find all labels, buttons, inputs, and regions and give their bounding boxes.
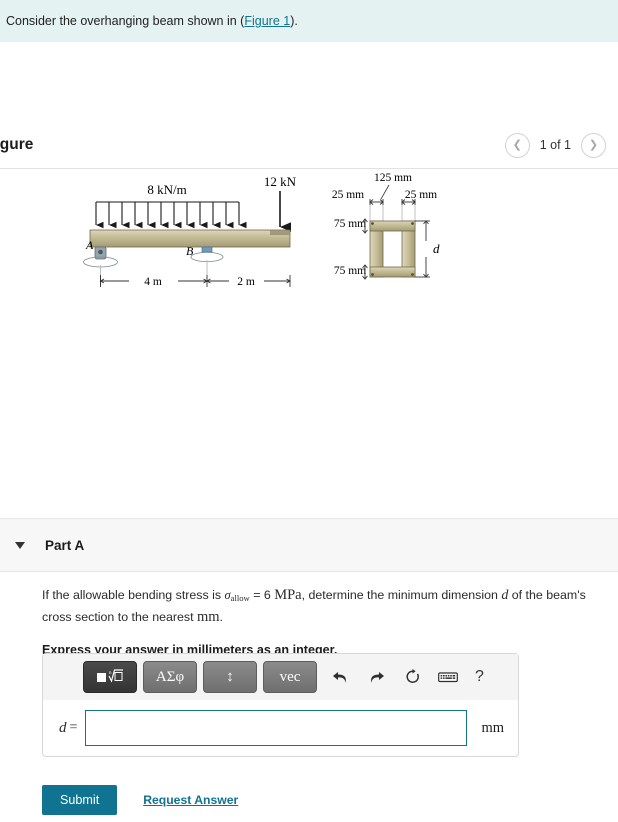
vector-button[interactable]: vec [263,661,317,693]
caret-down-icon[interactable] [15,541,25,549]
fastener-tr [411,222,414,226]
pager-label: 1 of 1 [539,138,571,153]
fastener-br [411,273,414,277]
span-overhang-label: 2 m [237,276,255,288]
answer-input[interactable] [85,710,468,746]
answer-row: d = mm [43,700,518,756]
beam-dimension-line [99,275,291,288]
part-a-title: Part A [45,537,85,553]
answer-panel: n ΑΣφ ↕ vec ? d = mm [42,653,519,757]
depth-dim-line [415,220,430,278]
flange-top [369,220,416,232]
span-ab-label: 4 m [144,276,162,288]
support-b-label: B [186,244,194,258]
depth-label: d [433,241,440,256]
question-text: If the allowable bending stress is σallo… [42,585,588,629]
point-load-label: 12 kN [264,174,297,189]
figure-header: Figure ❮ 1 of 1 ❯ [0,122,618,170]
request-answer-link[interactable]: Request Answer [143,793,238,807]
math-template-button[interactable]: n [83,661,137,693]
math-toolbar: n ΑΣφ ↕ vec ? [43,654,518,700]
intro-banner: Consider the overhanging beam shown in (… [0,0,618,43]
figure-1-link[interactable]: Figure 1 [244,14,290,28]
reset-circle-icon[interactable] [399,663,425,691]
bottom-thickness-label: 75 mm [334,265,366,277]
question-seg-1: If the allowable bending stress is [42,588,225,602]
unit-mpa: MPa [274,587,302,603]
top-thickness-label: 75 mm [334,218,366,230]
figure-title: Figure [0,136,34,154]
distributed-load-arrows [95,201,247,229]
help-button[interactable]: ? [475,668,484,686]
redo-arrow-icon[interactable] [363,663,389,691]
distributed-load-label: 8 kN/m [147,182,186,197]
intro-text-before: Consider the overhanging beam shown in ( [6,14,245,28]
keyboard-icon[interactable] [435,663,461,691]
fastener-bl [371,273,374,277]
answer-footer: Submit Request Answer [42,785,238,815]
submit-button[interactable]: Submit [42,785,118,815]
total-width-label: 125 mm [374,172,412,184]
updown-button[interactable]: ↕ [203,661,257,693]
sigma-subscript: allow [230,593,250,604]
part-a-header[interactable]: Part A [0,518,618,572]
beam-figure-svg: 8 kN/m 12 kN A B 4 m 2 m 125 mm 25 mm 25… [83,172,440,288]
answer-equals-sign: = [69,720,78,735]
greek-symbols-button[interactable]: ΑΣφ [143,661,197,693]
chevron-left-icon[interactable]: ❮ [504,132,530,158]
figure-area: 8 kN/m 12 kN A B 4 m 2 m 125 mm 25 mm 25… [0,169,618,499]
fastener-tl [371,222,374,226]
answer-variable-label: d [59,719,67,736]
flange-right-label: 25 mm [405,189,437,201]
answer-unit-label: mm [481,719,504,736]
cross-section-top-dims [369,199,416,222]
question-seg-5: . [219,609,223,624]
width-leader-line [380,185,390,200]
question-seg-3: , determine the minimum dimension [301,588,502,602]
unit-mm-inline: mm [196,608,220,625]
flange-bottom [369,266,416,278]
question-body: If the allowable bending stress is σallo… [42,585,588,657]
undo-arrow-icon[interactable] [327,663,353,691]
beam-end-cap [270,230,290,236]
svg-text:n: n [109,671,112,676]
chevron-right-icon[interactable]: ❯ [581,132,606,158]
flange-left-label: 25 mm [332,189,364,201]
question-seg-2: = 6 [249,588,275,602]
beam-diagram: 8 kN/m 12 kN A B 4 m 2 m [83,174,297,288]
figure-pager: ❮ 1 of 1 ❯ [504,132,606,158]
sqrt-template-icon: n [97,669,123,683]
support-a-label: A [85,238,94,252]
cross-section-diagram: 125 mm 25 mm 25 mm 75 mm 75 mm d [332,172,440,280]
intro-text-after: ). [290,14,298,28]
